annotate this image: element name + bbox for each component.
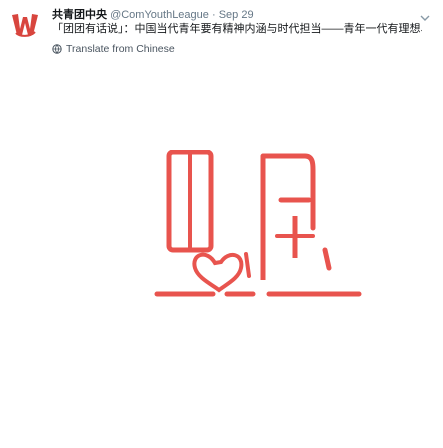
translate-label: Translate from Chinese (66, 43, 175, 55)
tweet-image[interactable] (153, 149, 363, 302)
tweet-menu-button[interactable] (419, 10, 431, 21)
translate-link[interactable]: Translate from Chinese (52, 42, 175, 56)
header-separator: · (211, 9, 216, 21)
avatar[interactable] (10, 9, 40, 39)
youth-league-logo-icon (12, 14, 38, 37)
display-name[interactable]: 共青团中央 (52, 9, 107, 21)
calligraphy-graphic (154, 149, 362, 297)
user-handle[interactable]: @ComYouthLeague (110, 9, 209, 21)
tweet-header: 共青团中央 @ComYouthLeague · Sep 29 (52, 8, 412, 22)
tweet-card: 共青团中央 @ComYouthLeague · Sep 29 「团团有话说」：中… (0, 0, 443, 448)
globe-icon (52, 44, 62, 54)
tweet-text: 「团团有话说」：中国当代青年要有精神内涵与时代担当——青年一代有理想、有本领、有… (52, 23, 422, 35)
tweet-date[interactable]: Sep 29 (219, 9, 254, 21)
